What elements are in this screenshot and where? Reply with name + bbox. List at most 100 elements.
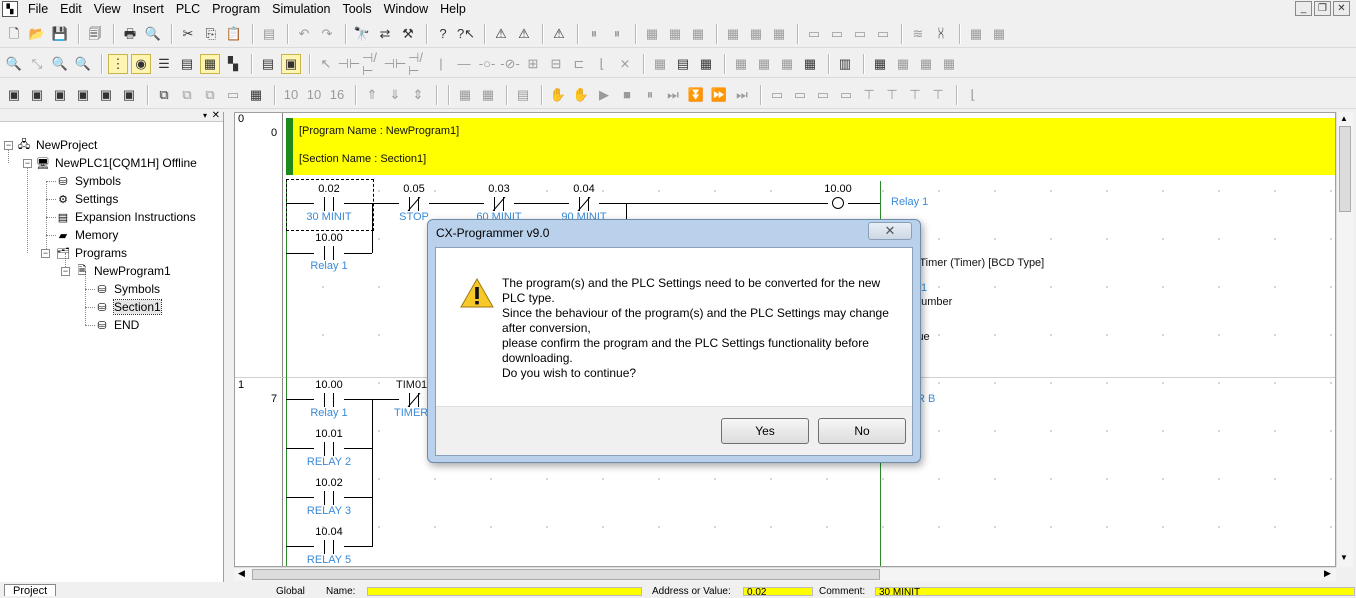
sim-continuous-icon[interactable]: ⏩ [709,85,729,105]
collapse-programs-icon[interactable]: − [41,249,50,258]
tree-end[interactable]: ⛁ END [94,316,139,334]
sfc-icon[interactable]: ▤ [258,54,278,74]
tab-project[interactable]: Project [4,584,57,597]
online-edit-end-icon[interactable]: ▭ [873,24,893,44]
contact-0-04-nc[interactable] [569,197,599,211]
sim-trace2-icon[interactable]: ⊤ [882,85,902,105]
collapse-project-icon[interactable]: − [4,141,13,150]
plc-memory-icon[interactable]: ▦ [939,54,959,74]
tree-memory[interactable]: ▰ Memory [55,226,119,244]
find-icon[interactable]: 🔭 [352,24,372,44]
new-pt-contact-icon[interactable]: ⊟ [546,54,566,74]
dropdown-icon[interactable]: ▾ [203,111,207,120]
zoom-icon[interactable]: 🔍 [73,54,93,74]
ladder-icon[interactable]: ▣ [27,85,47,105]
sim-trace4-icon[interactable]: ⊤ [928,85,948,105]
print-preview-icon[interactable]: 🔍 [143,24,163,44]
monitor-icon[interactable]: ▦ [200,53,220,74]
select-mode-icon[interactable]: ↖ [316,54,336,74]
yes-button[interactable]: Yes [721,418,809,444]
no-button[interactable]: No [818,418,906,444]
io-table-icon[interactable]: ▦ [989,24,1009,44]
grid-icon[interactable]: ⋮ [108,53,128,74]
tree-section1[interactable]: ⛁ Section1 [94,298,162,316]
layout-icon[interactable]: ▣ [96,85,116,105]
show-comments-icon[interactable]: ◉ [131,53,151,74]
rung1-contact-10-00[interactable] [314,393,344,407]
err-log-icon[interactable]: ▦ [893,54,913,74]
sim-io-icon[interactable]: ▤ [513,85,533,105]
tree-project[interactable]: 🖧 NewProject [16,136,98,154]
close-window-button[interactable]: ✕ [1333,1,1350,16]
rung1-contact-10-02[interactable] [314,491,344,505]
horizontal-line-icon[interactable]: — [454,54,474,74]
menu-window[interactable]: Window [378,0,434,18]
minimize-button[interactable]: _ [1295,1,1312,16]
address-ref-icon[interactable]: ▦ [777,54,797,74]
scroll-left-icon[interactable]: ◀ [238,568,245,579]
scroll-right-icon[interactable]: ▶ [1324,568,1331,579]
cut-icon[interactable]: ✂ [178,24,198,44]
sim-trace-icon[interactable]: ⊤ [859,85,879,105]
zoom-out-icon[interactable]: ⤡ [27,54,47,74]
coil-10-00[interactable] [832,197,844,209]
collapse-program1-icon[interactable]: − [61,267,70,276]
fb-edit-icon[interactable]: ▭ [223,85,243,105]
settings-icon[interactable]: ▣ [119,85,139,105]
scroll-down-icon[interactable]: ▼ [1340,553,1348,562]
online-edit-icon[interactable]: ▭ [804,24,824,44]
sim-step-into-icon[interactable]: ⏬ [686,85,706,105]
menu-help[interactable]: Help [434,0,472,18]
plc-clock-icon[interactable]: ▦ [916,54,936,74]
tree-programs[interactable]: 🗂 Programs [55,244,127,262]
program-view-icon[interactable]: ▣ [4,85,24,105]
sim-step-icon[interactable]: ✋ [571,85,591,105]
tree-symbols[interactable]: ⛁ Symbols [55,172,121,190]
symbols-table-icon[interactable]: ▦ [800,54,820,74]
rung1-contact-10-01[interactable] [314,442,344,456]
force-on-icon[interactable]: ▦ [723,24,743,44]
force-off-icon[interactable]: ▦ [746,24,766,44]
print-icon[interactable]: 🖶 [120,24,140,44]
properties-icon[interactable]: ▚ [223,54,243,74]
memory-icon[interactable]: ▦ [966,24,986,44]
compare-icon[interactable]: ▦ [665,24,685,44]
download-plc-icon[interactable]: ⇓ [385,85,405,105]
new-coil-icon[interactable]: -○- [477,54,497,74]
stop-mode-icon[interactable]: ⏸ [607,24,627,44]
sim-window-icon[interactable]: ▦ [455,85,475,105]
open-icon[interactable]: 📂 [27,24,47,44]
sim-break-icon[interactable]: ▭ [767,85,787,105]
cross-ref-icon[interactable]: ▦ [731,54,751,74]
sim-step-run-icon[interactable]: ⏭ [663,85,683,105]
new-closed-contact-icon[interactable]: ⊣/⊢ [362,51,382,77]
new-contact-icon[interactable]: ⊣⊢ [338,54,361,74]
transfer-icon[interactable]: ▦ [642,24,662,44]
vertical-scroll-thumb[interactable] [1339,126,1351,212]
name-field[interactable] [367,587,642,596]
close-workspace-icon[interactable]: ✕ [212,110,220,121]
horizontal-scroll-thumb[interactable] [252,569,880,580]
redo-icon[interactable]: ↷ [317,24,337,44]
tree-program-symbols[interactable]: ⛁ Symbols [94,280,160,298]
menu-plc[interactable]: PLC [170,0,206,18]
function-block-icon[interactable]: ⧉ [154,85,174,105]
new-or-contact-icon[interactable]: ⊣⊢ [384,54,407,74]
contact-0-05-nc[interactable] [399,197,429,211]
sim-break-set-icon[interactable]: ▭ [790,85,810,105]
sim-hand-icon[interactable]: ✋ [548,85,568,105]
watch-window-icon[interactable]: ▦ [696,54,716,74]
zoom-fit-icon[interactable]: 🔍 [50,54,70,74]
sim-stop-icon[interactable]: ■ [617,85,637,105]
download-icon[interactable]: ▦ [688,24,708,44]
upload-icon[interactable]: ⇑ [362,85,382,105]
project-workspace-icon[interactable]: ▥ [835,54,855,74]
comment-field[interactable]: 30 MINIT [875,587,1355,598]
new-line-icon[interactable]: ⌊ [592,54,612,74]
section-icon[interactable]: ▣ [73,85,93,105]
new-closed-coil-icon[interactable]: -⊘- [500,54,520,74]
binary-icon[interactable]: 10 [281,85,301,105]
context-help-icon[interactable]: ?↖ [456,24,476,44]
undo-icon[interactable]: ↶ [294,24,314,44]
output-window-icon[interactable]: ▦ [754,54,774,74]
